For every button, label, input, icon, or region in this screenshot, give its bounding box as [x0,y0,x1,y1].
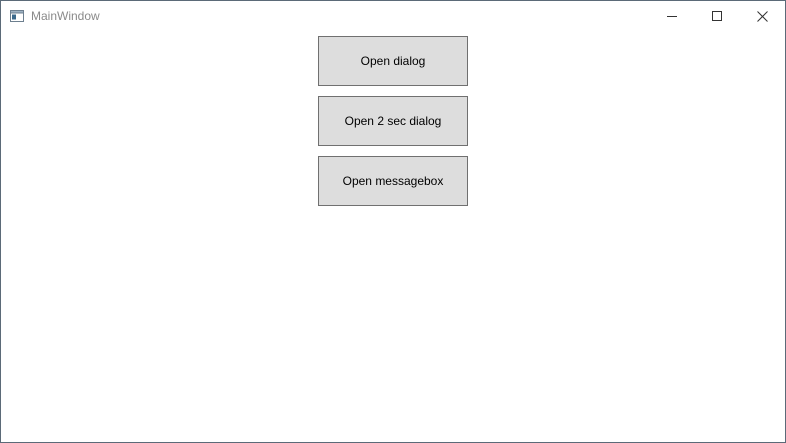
window-content: Open dialog Open 2 sec dialog Open messa… [1,31,785,442]
close-icon [756,10,768,22]
maximize-icon [712,11,722,21]
main-window: MainWindow Open dialog Open 2 sec dialog… [0,0,786,443]
maximize-button[interactable] [694,1,740,31]
close-button[interactable] [739,1,785,31]
minimize-button[interactable] [649,1,695,31]
open-dialog-button[interactable]: Open dialog [318,36,468,86]
open-messagebox-button[interactable]: Open messagebox [318,156,468,206]
open-2-sec-dialog-button[interactable]: Open 2 sec dialog [318,96,468,146]
app-window-icon [10,9,24,22]
window-title: MainWindow [31,9,100,23]
minimize-icon [667,11,677,21]
title-bar[interactable]: MainWindow [1,1,785,31]
